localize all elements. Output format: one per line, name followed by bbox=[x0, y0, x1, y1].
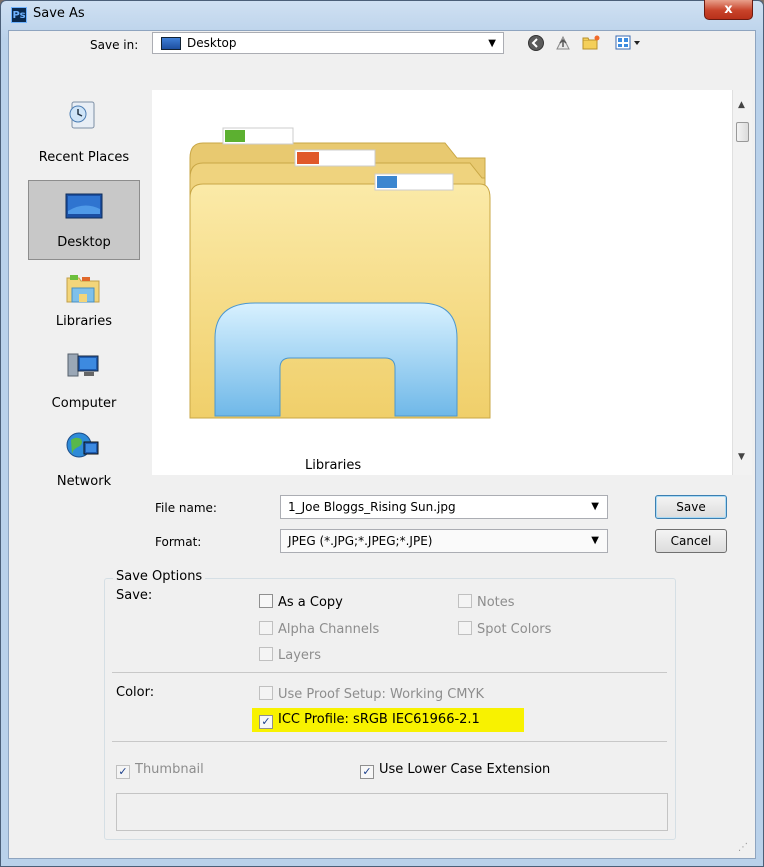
place-computer[interactable]: Computer bbox=[28, 346, 140, 424]
recent-places-icon bbox=[69, 101, 95, 129]
spot-colors-label: Spot Colors bbox=[477, 622, 552, 637]
format-dropdown[interactable]: JPEG (*.JPG;*.JPEG;*.JPE) ▼ bbox=[280, 529, 608, 553]
checkbox-box bbox=[458, 621, 472, 635]
as-a-copy-label: As a Copy bbox=[278, 595, 343, 610]
computer-icon bbox=[67, 353, 99, 377]
as-a-copy-checkbox[interactable]: As a Copy bbox=[259, 594, 343, 610]
save-in-value: Desktop bbox=[187, 36, 237, 50]
file-name-value: 1_Joe Bloggs_Rising Sun.jpg bbox=[288, 500, 456, 514]
layers-label: Layers bbox=[278, 648, 322, 663]
place-label: Desktop bbox=[57, 235, 111, 250]
place-libraries[interactable]: Libraries bbox=[28, 264, 140, 342]
lower-case-extension-label: Use Lower Case Extension bbox=[379, 762, 551, 777]
vertical-scrollbar[interactable]: ▲ ▼ bbox=[732, 90, 752, 475]
spot-colors-checkbox: Spot Colors bbox=[458, 621, 551, 637]
lower-case-extension-checkbox[interactable]: ✓ Use Lower Case Extension bbox=[360, 762, 550, 779]
layers-checkbox: Layers bbox=[259, 647, 321, 663]
places-bar: Recent Places Desktop Libraries Computer… bbox=[18, 86, 142, 496]
photoshop-app-icon: Ps bbox=[11, 7, 27, 23]
chevron-down-icon: ▼ bbox=[488, 38, 496, 49]
icc-profile-checkbox[interactable]: ✓ ICC Profile: sRGB IEC61966-2.1 bbox=[259, 712, 480, 729]
notes-label: Notes bbox=[477, 595, 515, 610]
save-options-title: Save Options bbox=[113, 569, 206, 584]
close-button[interactable]: x bbox=[704, 0, 753, 20]
save-in-label: Save in: bbox=[90, 38, 139, 52]
title-bar[interactable]: Ps Save As x bbox=[0, 0, 764, 30]
thumbnail-checkbox: ✓ Thumbnail bbox=[116, 762, 204, 779]
scroll-up-icon[interactable]: ▲ bbox=[738, 100, 745, 110]
place-label: Computer bbox=[51, 396, 117, 411]
icc-profile-label: ICC Profile: sRGB IEC61966-2.1 bbox=[278, 712, 480, 727]
desktop-icon bbox=[65, 193, 103, 219]
place-label: Network bbox=[56, 474, 112, 489]
checkbox-box[interactable]: ✓ bbox=[360, 765, 374, 779]
libraries-folder-icon[interactable] bbox=[185, 118, 505, 428]
network-icon bbox=[66, 432, 99, 458]
separator bbox=[112, 672, 667, 673]
alpha-channels-label: Alpha Channels bbox=[278, 622, 380, 637]
place-recent-places[interactable]: Recent Places bbox=[28, 96, 140, 174]
scroll-down-icon[interactable]: ▼ bbox=[738, 452, 745, 462]
desktop-small-icon bbox=[161, 37, 181, 50]
checkbox-box bbox=[259, 621, 273, 635]
description-box bbox=[116, 793, 668, 831]
proof-setup-label: Use Proof Setup: Working CMYK bbox=[278, 687, 484, 702]
back-icon[interactable] bbox=[526, 34, 546, 52]
new-folder-icon[interactable] bbox=[581, 34, 601, 52]
checkbox-box[interactable]: ✓ bbox=[259, 715, 273, 729]
view-menu-icon[interactable] bbox=[614, 34, 646, 52]
color-section-label: Color: bbox=[116, 685, 155, 700]
chevron-down-icon[interactable]: ▼ bbox=[591, 501, 599, 512]
resize-grip-icon[interactable]: ⋰ bbox=[738, 842, 752, 856]
file-name-input[interactable]: 1_Joe Bloggs_Rising Sun.jpg ▼ bbox=[280, 495, 608, 519]
place-label: Libraries bbox=[55, 314, 113, 329]
checkbox-box bbox=[259, 686, 273, 700]
checkbox-box[interactable] bbox=[259, 594, 273, 608]
cancel-button[interactable]: Cancel bbox=[655, 529, 727, 553]
proof-setup-checkbox: Use Proof Setup: Working CMYK bbox=[259, 686, 484, 702]
checkbox-box bbox=[458, 594, 472, 608]
window-title: Save As bbox=[33, 6, 85, 21]
thumbnail-label: Thumbnail bbox=[135, 762, 204, 777]
file-name-label: File name: bbox=[155, 501, 217, 515]
save-button[interactable]: Save bbox=[655, 495, 727, 519]
alpha-channels-checkbox: Alpha Channels bbox=[259, 621, 379, 637]
place-label: Recent Places bbox=[38, 150, 130, 165]
libraries-item-label[interactable]: Libraries bbox=[305, 458, 361, 473]
place-network[interactable]: Network bbox=[28, 428, 140, 506]
libraries-icon bbox=[66, 275, 100, 303]
format-label: Format: bbox=[155, 535, 202, 549]
up-folder-icon[interactable] bbox=[553, 34, 573, 52]
save-in-dropdown[interactable]: Desktop ▼ bbox=[152, 32, 504, 54]
notes-checkbox: Notes bbox=[458, 594, 515, 610]
place-desktop[interactable]: Desktop bbox=[28, 180, 140, 260]
scrollbar-thumb[interactable] bbox=[736, 122, 749, 142]
checkbox-box: ✓ bbox=[116, 765, 130, 779]
chevron-down-icon: ▼ bbox=[591, 535, 599, 546]
format-value: JPEG (*.JPG;*.JPEG;*.JPE) bbox=[288, 534, 433, 548]
separator bbox=[112, 741, 667, 742]
save-section-label: Save: bbox=[116, 588, 153, 603]
close-icon: x bbox=[724, 2, 733, 17]
checkbox-box bbox=[259, 647, 273, 661]
